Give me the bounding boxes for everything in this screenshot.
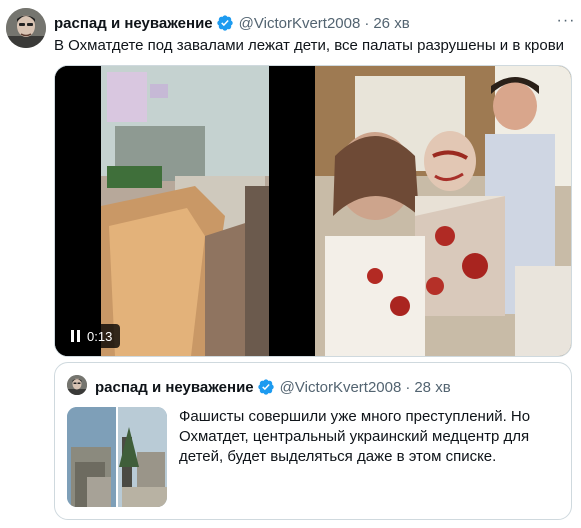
- tweet-text: В Охматдете под завалами лежат дети, все…: [54, 37, 565, 54]
- video-duration-badge[interactable]: 0:13: [63, 324, 121, 348]
- verified-badge-icon: [257, 378, 275, 396]
- author-handle[interactable]: @VictorKvert2008: [239, 15, 361, 32]
- quoted-tweet-header: распад и неуважение @VictorKvert2008 · 2…: [95, 377, 451, 397]
- author-avatar[interactable]: [6, 8, 46, 48]
- video-duration: 0:13: [87, 328, 113, 344]
- quoted-author-handle[interactable]: @VictorKvert2008: [280, 379, 402, 396]
- quoted-media-thumbnail[interactable]: [67, 407, 167, 507]
- quoted-author-name[interactable]: распад и неуважение: [95, 379, 254, 396]
- separator-dot: ·: [405, 378, 411, 396]
- media-grid[interactable]: 0:13: [54, 65, 572, 357]
- tweet-header: распад и неуважение @VictorKvert2008 · 2…: [54, 13, 410, 33]
- separator-dot: ·: [364, 14, 370, 32]
- author-name[interactable]: распад и неуважение: [54, 15, 213, 32]
- video-thumbnail[interactable]: 0:13: [55, 66, 313, 356]
- timestamp[interactable]: 26 хв: [373, 15, 409, 32]
- quoted-tweet-text: Фашисты совершили уже много преступлений…: [179, 408, 531, 465]
- photo-thumbnail[interactable]: [315, 66, 571, 356]
- more-options-icon[interactable]: ···: [556, 11, 576, 31]
- tweet[interactable]: распад и неуважение @VictorKvert2008 · 2…: [0, 0, 581, 528]
- quoted-author-avatar[interactable]: [67, 375, 87, 395]
- quoted-tweet[interactable]: распад и неуважение @VictorKvert2008 · 2…: [54, 362, 572, 520]
- verified-badge-icon: [216, 14, 234, 32]
- pause-icon: [71, 330, 80, 342]
- quoted-timestamp[interactable]: 28 хв: [414, 379, 450, 396]
